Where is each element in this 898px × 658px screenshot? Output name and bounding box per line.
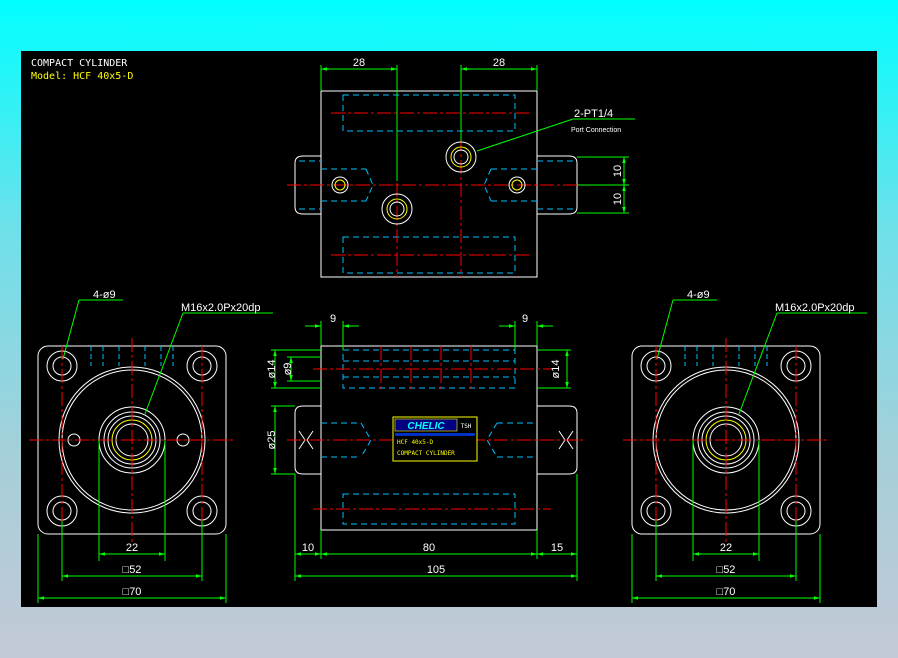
cad-drawing-canvas: COMPACT CYLINDER Model: HCF 40x5-D 28 28…	[21, 51, 877, 607]
front-dim-9-right: 9	[522, 313, 528, 325]
front-dim-80: 80	[423, 542, 435, 554]
front-dim-d9: ø9	[282, 363, 294, 376]
front-dim-d25: ø25	[266, 431, 278, 450]
right-dim-70: □70	[717, 586, 736, 598]
left-dim-22: 22	[126, 542, 138, 554]
left-holes-label: 4-ø9	[93, 289, 116, 301]
front-dim-d14-left: ø14	[266, 360, 278, 379]
right-holes-label: 4-ø9	[687, 289, 710, 301]
left-thread-label: M16x2.0Px20dp	[181, 302, 261, 314]
cylinder-drawing: 28 28 2-PT1/4 Port Connection 10 10 4-ø9…	[29, 57, 867, 603]
nameplate-brand: CHELIC	[407, 421, 445, 432]
nameplate-model: HCF 40x5-D	[397, 439, 434, 446]
front-view: CHELIC TSH HCF 40x5-D COMPACT CYLINDER 9…	[266, 313, 585, 581]
top-hidden-lines	[299, 94, 573, 274]
top-dim-28-left: 28	[353, 57, 365, 69]
right-dim-22: 22	[720, 542, 732, 554]
right-end-view: 4-ø9 M16x2.0Px20dp 22 □52 □70	[623, 289, 867, 603]
nameplate-tag: TSH	[461, 423, 472, 430]
left-dim-52: □52	[123, 564, 142, 576]
right-dim-52: □52	[717, 564, 736, 576]
left-dim-70: □70	[123, 586, 142, 598]
nameplate: CHELIC TSH HCF 40x5-D COMPACT CYLINDER	[392, 416, 478, 462]
port-connection-label: 2-PT1/4	[574, 108, 613, 120]
top-dimensions	[320, 65, 635, 214]
top-body-outline	[320, 90, 538, 278]
nameplate-desc: COMPACT CYLINDER	[397, 450, 455, 457]
left-end-view: 4-ø9 M16x2.0Px20dp 22 □52 □70	[29, 289, 273, 603]
right-thread-label: M16x2.0Px20dp	[775, 302, 855, 314]
front-dim-10: 10	[302, 542, 314, 554]
top-dim-10-upper: 10	[612, 165, 624, 177]
front-dim-15: 15	[551, 542, 563, 554]
front-dim-105: 105	[427, 564, 445, 576]
top-dim-10-lower: 10	[612, 193, 624, 205]
top-view: 28 28 2-PT1/4 Port Connection 10 10	[287, 57, 635, 278]
front-dim-d14-right: ø14	[550, 360, 562, 379]
front-dim-9-left: 9	[330, 313, 336, 325]
top-dim-28-right: 28	[493, 57, 505, 69]
port-connection-sublabel: Port Connection	[571, 127, 621, 134]
